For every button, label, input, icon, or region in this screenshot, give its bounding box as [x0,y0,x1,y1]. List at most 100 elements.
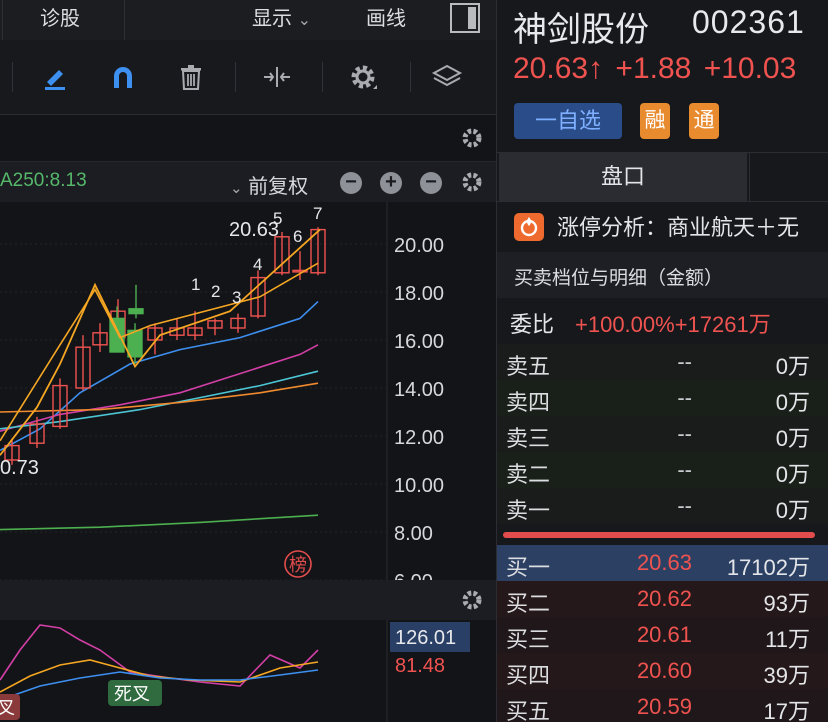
level-name: 买二 [506,591,551,616]
indicator-sub-chart[interactable]: 126.01 81.48 死叉叉 [0,620,496,722]
last-price: 20.63↑ [513,52,604,85]
minus-icon[interactable]: − [420,172,442,194]
level-qty: 17102万 [726,555,810,580]
limit-up-analysis[interactable]: 涨停分析：商业航天＋无 [497,201,828,251]
low-price-label: 0.73 [0,457,39,479]
ask-row[interactable]: 卖四 -- 0万 [497,380,828,416]
y-tick-label: 12.00 [394,427,444,449]
display-label: 显示 [252,8,292,30]
tab-pankou[interactable]: 盘口 [499,153,747,201]
level-qty: 17万 [763,699,810,722]
level-name: 卖四 [506,390,551,415]
magnet-icon[interactable] [106,60,140,94]
stock-name: 神剑股份 [513,11,649,49]
bid-row[interactable]: 买三 20.61 11万 [497,617,828,653]
settings-gear-icon[interactable] [460,588,484,612]
quote-panel: 神剑股份 002361 20.63↑ +1.88 +10.03 一自选 融 通 … [497,0,828,722]
zoom-plus-icon[interactable]: + [380,172,402,194]
level-name: 卖二 [506,462,551,487]
commission-ratio-row: 委比 +100.00%+17261万 [497,298,828,345]
pen-icon[interactable] [38,60,72,94]
wave-count-label: 6 [293,227,302,246]
level-price: 20.60 [636,658,692,683]
ask-row[interactable]: 卖五 -- 0万 [497,344,828,380]
level-name: 买一 [506,555,551,580]
death-cross-badge: 死叉 [114,684,150,704]
settings-gear-icon[interactable] [460,126,484,150]
y-tick-label: 18.00 [394,283,444,305]
chart-top-bar: 诊股 显示 ⌄ 画线 [0,0,496,41]
fire-icon [514,213,544,241]
wave-count-label: 7 [313,204,322,223]
y-tick-label: 20.00 [394,235,444,257]
adjust-dropdown[interactable]: ⌄ 前复权 [230,170,308,199]
level-name: 买五 [506,699,551,722]
bid-row[interactable]: 买五 20.59 17万 [497,689,828,722]
trash-icon[interactable] [174,60,208,94]
level-qty: 0万 [775,462,810,487]
chart-options-row [0,115,496,162]
level-price: 20.63 [636,550,692,575]
level-qty: 39万 [763,663,810,688]
ma-line-cyan [0,370,319,430]
order-book-header: 买卖档位与明细（金额） [497,252,828,298]
wave-count-label: 2 [211,282,220,301]
limit-up-text: 涨停分析：商业航天＋无 [557,215,800,240]
y-tick-label: 14.00 [394,379,444,401]
rank-badge: 榜 [289,555,307,575]
level-qty: 0万 [775,498,810,523]
diagnose-button[interactable]: 诊股 [40,0,80,40]
y-tick-label: 10.00 [394,475,444,497]
chevron-down-icon: ⌄ [230,180,243,197]
wave-count-label: 3 [232,288,241,307]
layers-icon[interactable] [430,60,464,94]
level-price: -- [677,457,692,482]
ask-row[interactable]: 卖一 -- 0万 [497,488,828,524]
level-qty: 0万 [775,426,810,451]
price-line: 20.63↑ +1.88 +10.03 [513,52,796,86]
bid-row[interactable]: 买四 20.60 39万 [497,653,828,689]
level-price: -- [677,349,692,374]
bid-ask-ratio-bar [503,532,815,538]
split-icon[interactable] [260,60,294,94]
level-name: 买四 [506,663,551,688]
ask-row[interactable]: 卖三 -- 0万 [497,416,828,452]
price-change: +1.88 [615,52,692,85]
wave-count-label: 4 [253,255,262,274]
sub-value-primary: 126.01 [395,627,456,649]
high-price-label: 20.63 [229,219,279,241]
level-name: 买三 [506,627,551,652]
candlestick-chart[interactable]: 6.008.0010.0012.0014.0016.0018.0020.0020… [0,202,496,580]
candle-body [128,308,144,315]
connect-tag: 通 [689,103,719,139]
wave-count-label: 5 [273,209,282,228]
adjust-label: 前复权 [248,176,309,198]
bid-row[interactable]: 买二 20.62 93万 [497,581,828,617]
y-tick-label: 6.00 [394,571,433,580]
ask-row[interactable]: 卖二 -- 0万 [497,452,828,488]
ma250-label: A250:8.13 [0,170,87,191]
y-tick-label: 8.00 [394,523,433,545]
draw-button[interactable]: 画线 [366,0,406,40]
level-qty: 0万 [775,390,810,415]
level-name: 卖五 [506,354,551,379]
level-price: 20.61 [636,622,692,647]
level-price: 20.59 [636,694,692,719]
commission-ratio-label: 委比 [510,312,555,337]
quote-tabs: 盘口 [497,152,828,202]
zoom-minus-icon[interactable]: − [340,172,362,194]
bid-row[interactable]: 买一 20.63 17102万 [497,545,828,581]
settings-gear-icon[interactable] [460,170,484,194]
stock-code: 002361 [692,4,805,40]
price-change-pct: +10.03 [703,52,797,85]
add-watchlist-button[interactable]: 一自选 [514,103,622,139]
chevron-down-icon: ⌄ [297,12,311,29]
drawing-toolbar [0,40,496,115]
y-tick-label: 16.00 [394,331,444,353]
level-name: 卖一 [506,498,551,523]
gear-icon[interactable] [346,60,380,94]
panel-toggle-icon[interactable] [450,3,480,33]
display-button[interactable]: 显示 ⌄ [252,0,311,40]
indicator-row: A250:8.13 ⌄ 前复权 − + − [0,162,496,202]
commission-ratio-value: +100.00%+17261万 [575,312,771,337]
